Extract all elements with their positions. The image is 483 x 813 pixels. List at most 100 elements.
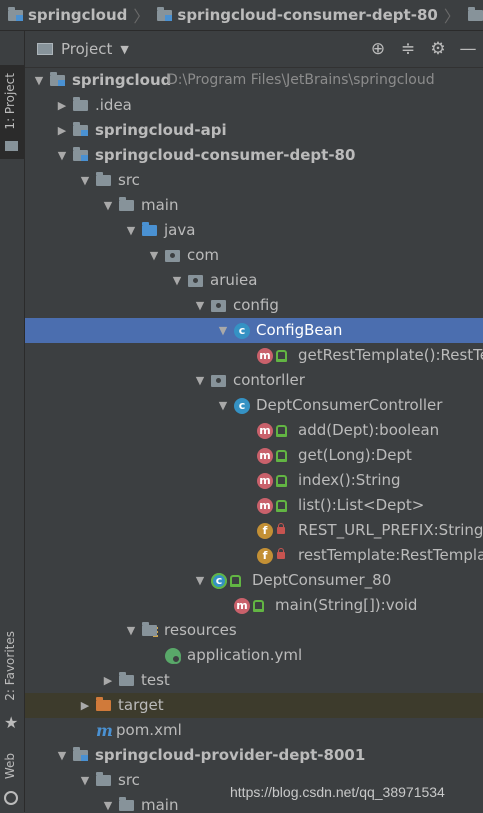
minimize-icon[interactable]: — xyxy=(453,39,483,59)
tree-node-label: main(String[]):void xyxy=(275,596,418,614)
expanded-arrow-icon[interactable]: ▼ xyxy=(79,768,91,793)
yml-icon xyxy=(165,643,181,668)
tab-project[interactable]: 1: Project xyxy=(0,65,24,159)
expanded-arrow-icon[interactable]: ▼ xyxy=(194,568,206,593)
tree-node[interactable]: m list():List<Dept> xyxy=(25,493,483,518)
tree-node[interactable]: ▼ com xyxy=(25,243,483,268)
tree-node[interactable]: ▼ src xyxy=(25,168,483,193)
tree-node-label: .idea xyxy=(95,96,132,114)
expanded-arrow-icon[interactable]: ▼ xyxy=(194,293,206,318)
chevron-down-icon[interactable]: ▼ xyxy=(120,43,128,56)
breadcrumb-label: springcloud-consumer-dept-80 xyxy=(177,6,438,24)
breadcrumb-item-module[interactable]: springcloud-consumer-dept-80 〉 xyxy=(149,3,460,27)
tab-project-label: 1: Project xyxy=(3,73,17,130)
tree-node[interactable]: m index():String xyxy=(25,468,483,493)
tree-node[interactable]: ▼ c DeptConsumerController xyxy=(25,393,483,418)
tree-node[interactable]: m add(Dept):boolean xyxy=(25,418,483,443)
expanded-arrow-icon[interactable]: ▼ xyxy=(194,368,206,393)
method-icon: m xyxy=(257,443,287,468)
tree-node[interactable]: ▶ springcloud-api xyxy=(25,118,483,143)
tree-node-label: target xyxy=(118,696,164,714)
expanded-arrow-icon[interactable]: ▼ xyxy=(56,143,68,168)
collapsed-arrow-icon[interactable]: ▶ xyxy=(56,118,68,143)
method-icon: m xyxy=(257,343,287,368)
orange-folder-icon xyxy=(96,693,111,718)
tree-node-label: DeptConsumerController xyxy=(256,396,443,414)
tab-favorites[interactable]: 2: Favorites ★ xyxy=(0,631,24,741)
maven-icon: m xyxy=(96,721,113,740)
crosshair-icon[interactable]: ⊕ xyxy=(363,39,393,59)
expanded-arrow-icon[interactable]: ▼ xyxy=(56,743,68,768)
tree-node[interactable]: f restTemplate:RestTemplate xyxy=(25,543,483,568)
breadcrumb-separator-icon: 〉 xyxy=(443,7,460,26)
gear-icon[interactable]: ⚙ xyxy=(423,39,453,59)
breadcrumb-item-root[interactable]: springcloud 〉 xyxy=(0,3,149,27)
tree-node[interactable]: ▼ resources xyxy=(25,618,483,643)
collapsed-arrow-icon[interactable]: ▶ xyxy=(79,693,91,718)
tree-node[interactable]: ▶ target xyxy=(25,693,483,718)
collapsed-arrow-icon[interactable]: ▶ xyxy=(102,668,114,693)
tree-node[interactable]: ▼ main xyxy=(25,193,483,218)
tree-node[interactable]: ▼ springcloud-provider-dept-8001 xyxy=(25,743,483,768)
run-class-icon: c xyxy=(211,568,241,593)
tree-node-label: getRestTemplate():RestTemplate xyxy=(298,346,483,364)
package-icon xyxy=(211,293,226,318)
breadcrumb-item-src[interactable]: src 〉 xyxy=(460,3,483,27)
expanded-arrow-icon[interactable]: ▼ xyxy=(125,618,137,643)
module-folder-icon xyxy=(8,6,23,21)
tree-node[interactable]: m main(String[]):void xyxy=(25,593,483,618)
expanded-arrow-icon[interactable]: ▼ xyxy=(217,318,229,343)
tree-node[interactable]: ▼ springcloud-consumer-dept-80 xyxy=(25,143,483,168)
blue-folder-icon xyxy=(142,218,157,243)
tree-node-label: get(Long):Dept xyxy=(298,446,412,464)
breadcrumb: springcloud 〉 springcloud-consumer-dept-… xyxy=(0,0,483,31)
collapse-icon[interactable]: ≑ xyxy=(393,39,423,59)
module-folder-icon xyxy=(73,118,88,143)
tree-node[interactable]: m getRestTemplate():RestTemplate xyxy=(25,343,483,368)
panel-toolbar: ⊕ ≑ ⚙ — xyxy=(363,31,483,67)
field-icon: f xyxy=(257,543,285,568)
expanded-arrow-icon[interactable]: ▼ xyxy=(217,393,229,418)
project-tree: ▼ springcloud D:\Program Files\JetBrains\s… xyxy=(25,68,483,812)
expanded-arrow-icon[interactable]: ▼ xyxy=(33,68,45,93)
expanded-arrow-icon[interactable]: ▼ xyxy=(171,268,183,293)
breadcrumb-separator-icon: 〉 xyxy=(133,7,150,26)
tab-web[interactable]: Web xyxy=(0,749,24,813)
class-icon: c xyxy=(234,393,250,418)
collapsed-arrow-icon[interactable]: ▶ xyxy=(56,93,68,118)
tree-node[interactable]: m pom.xml xyxy=(25,718,483,743)
tree-node[interactable]: ▼ java xyxy=(25,218,483,243)
tree-node[interactable]: ▼ aruiea xyxy=(25,268,483,293)
tree-node[interactable]: ▶ test xyxy=(25,668,483,693)
method-icon: m xyxy=(234,593,264,618)
tree-node-label: springcloud-consumer-dept-80 xyxy=(95,146,356,164)
tree-node[interactable]: ▼ contorller xyxy=(25,368,483,393)
class-icon: c xyxy=(234,318,250,343)
tree-node[interactable]: application.yml xyxy=(25,643,483,668)
expanded-arrow-icon[interactable]: ▼ xyxy=(102,193,114,218)
folder-icon xyxy=(119,193,134,218)
field-icon: f xyxy=(257,518,285,543)
tree-node[interactable]: ▼ c DeptConsumer_80 xyxy=(25,568,483,593)
tree-node[interactable]: ▼ config xyxy=(25,293,483,318)
project-view-title[interactable]: Project xyxy=(61,40,112,58)
tree-node[interactable]: m get(Long):Dept xyxy=(25,443,483,468)
globe-icon xyxy=(4,791,18,805)
expanded-arrow-icon[interactable]: ▼ xyxy=(148,243,160,268)
folder-icon xyxy=(119,668,134,693)
tree-node[interactable]: f REST_URL_PREFIX:String xyxy=(25,518,483,543)
tree-node-label: pom.xml xyxy=(116,721,182,739)
tree-node-label: springcloud-provider-dept-8001 xyxy=(95,746,366,764)
package-icon xyxy=(165,243,180,268)
tree-node[interactable]: ▶ .idea xyxy=(25,93,483,118)
watermark: https://blog.csdn.net/qq_38971534 xyxy=(230,784,445,800)
expanded-arrow-icon[interactable]: ▼ xyxy=(125,218,137,243)
project-view-icon xyxy=(37,43,53,55)
tree-node[interactable]: ▼ c ConfigBean xyxy=(25,318,483,343)
expanded-arrow-icon[interactable]: ▼ xyxy=(79,168,91,193)
folder-icon xyxy=(96,168,111,193)
expanded-arrow-icon[interactable]: ▼ xyxy=(102,793,114,812)
tree-node[interactable]: ▼ springcloud D:\Program Files\JetBrains\s… xyxy=(25,68,483,93)
tree-node-label: main xyxy=(141,796,179,812)
resources-folder-icon xyxy=(142,618,158,643)
